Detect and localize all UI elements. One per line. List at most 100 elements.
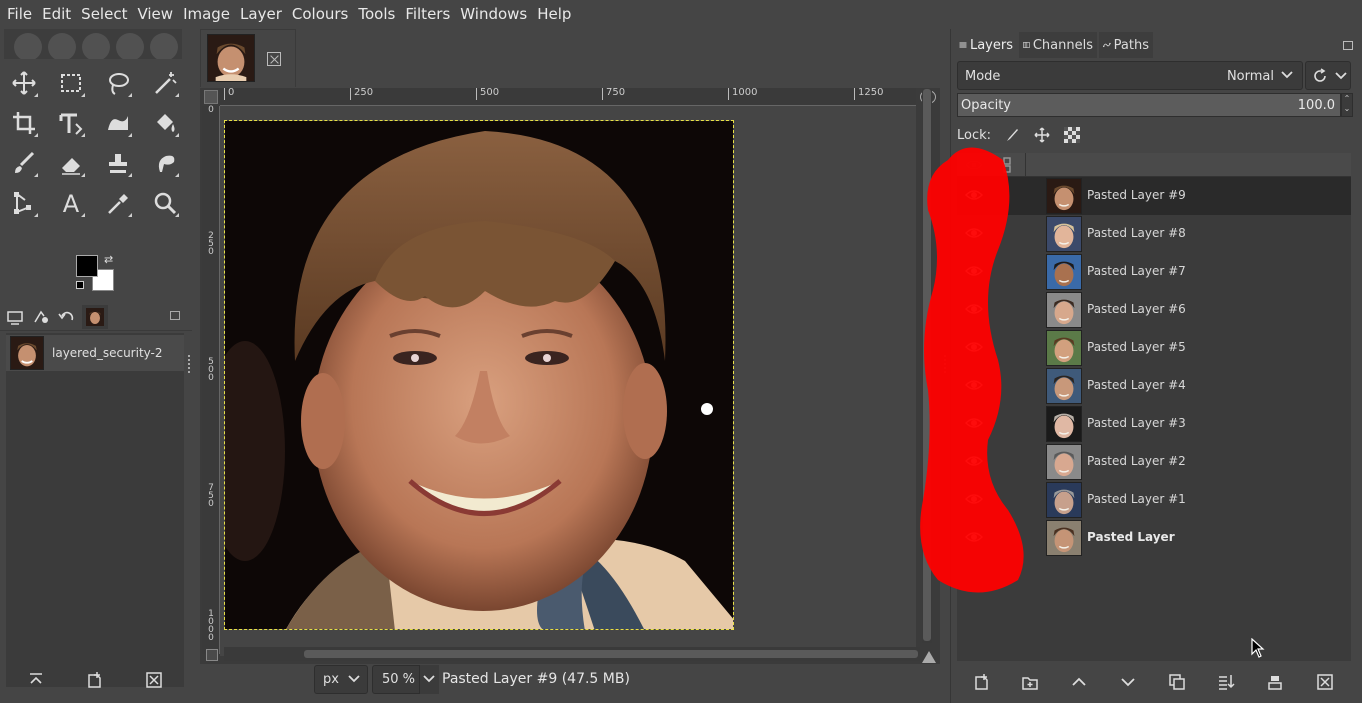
- device-status-tab[interactable]: [28, 305, 54, 329]
- canvas-image[interactable]: [224, 120, 734, 630]
- horizontal-scrollbar[interactable]: [224, 647, 920, 661]
- lock-position-icon[interactable]: [1033, 126, 1051, 144]
- swap-colors-icon[interactable]: ⇄: [104, 253, 113, 266]
- composite-mode-button[interactable]: [1305, 61, 1351, 90]
- smudge-button[interactable]: [148, 146, 182, 180]
- paintbrush-button[interactable]: [7, 146, 41, 180]
- menu-layer[interactable]: Layer: [235, 0, 287, 29]
- merge-layer-button[interactable]: [1213, 670, 1239, 694]
- opacity-slider[interactable]: Opacity 100.0: [957, 93, 1341, 117]
- tab-layers[interactable]: Layers: [955, 32, 1017, 58]
- eye-icon[interactable]: [965, 416, 983, 430]
- lower-layer-button[interactable]: [1115, 670, 1141, 694]
- layer-row[interactable]: Pasted Layer #3: [957, 405, 1351, 443]
- tab-channels[interactable]: Channels: [1019, 32, 1097, 58]
- tab-layers-label: Layers: [969, 37, 1013, 53]
- warp-transform-button[interactable]: [101, 106, 135, 140]
- add-mask-button[interactable]: [1262, 670, 1288, 694]
- eye-icon[interactable]: [965, 492, 983, 506]
- zoom-dropdown-button[interactable]: [419, 665, 439, 694]
- text-button[interactable]: A: [54, 186, 88, 220]
- new-layer-button[interactable]: [968, 670, 994, 694]
- menu-filters[interactable]: Filters: [400, 0, 455, 29]
- vertical-ruler[interactable]: 0 250 500 750 1000: [202, 106, 220, 654]
- quick-mask-toggle[interactable]: [206, 649, 218, 661]
- delete-layer-button[interactable]: [1312, 670, 1338, 694]
- unified-transform-button[interactable]: [54, 106, 88, 140]
- layer-row[interactable]: Pasted Layer #2: [957, 443, 1351, 481]
- layer-row[interactable]: Pasted Layer #7: [957, 253, 1351, 291]
- undo-history-tab[interactable]: [54, 305, 80, 329]
- vertical-scrollbar-thumb[interactable]: [923, 89, 931, 641]
- tab-paths[interactable]: Paths: [1099, 32, 1153, 58]
- layer-row[interactable]: Pasted Layer: [957, 519, 1351, 557]
- tool-options-tab[interactable]: [2, 305, 28, 329]
- paths-button[interactable]: [7, 186, 41, 220]
- unit-combo[interactable]: px: [314, 665, 368, 694]
- menu-view[interactable]: View: [132, 0, 178, 29]
- eye-icon[interactable]: [965, 340, 983, 354]
- tab-close-icon[interactable]: [267, 52, 281, 66]
- crop-button[interactable]: [7, 106, 41, 140]
- layer-mask-icon: [1268, 676, 1282, 690]
- horizontal-scrollbar-thumb[interactable]: [304, 650, 918, 658]
- dock-resize-handle[interactable]: [188, 355, 192, 373]
- color-picker-button[interactable]: [101, 186, 135, 220]
- eraser-button[interactable]: [54, 146, 88, 180]
- menu-edit[interactable]: Edit: [37, 0, 76, 29]
- layer-row[interactable]: Pasted Layer #4: [957, 367, 1351, 405]
- new-display-button[interactable]: [82, 669, 106, 691]
- eye-icon[interactable]: [965, 188, 983, 202]
- raise-views-icon: [30, 673, 42, 684]
- free-select-button[interactable]: [101, 66, 135, 100]
- dock-menu-icon[interactable]: [170, 311, 180, 320]
- zoom-fit-icon[interactable]: [922, 648, 936, 663]
- zoom-combo[interactable]: 50 %: [372, 665, 439, 694]
- menu-image[interactable]: Image: [178, 0, 235, 29]
- vertical-scrollbar[interactable]: [922, 89, 932, 643]
- menu-file[interactable]: File: [2, 0, 37, 29]
- eye-icon[interactable]: [965, 302, 983, 316]
- fg-bg-colors[interactable]: ⇄: [74, 253, 118, 295]
- clone-button[interactable]: [101, 146, 135, 180]
- images-tab[interactable]: [82, 305, 108, 329]
- layer-row[interactable]: Pasted Layer #6: [957, 291, 1351, 329]
- horizontal-ruler[interactable]: 0 250 500 750 1000 1250: [220, 88, 916, 106]
- menu-select[interactable]: Select: [76, 0, 132, 29]
- menu-colours[interactable]: Colours: [287, 0, 353, 29]
- opacity-spin-buttons[interactable]: ⌃ ⌄: [1341, 93, 1353, 117]
- tool-options-icon: [7, 311, 23, 325]
- move-tool-button[interactable]: [7, 66, 41, 100]
- ruler-menu-icon[interactable]: [204, 90, 218, 104]
- raise-layer-button[interactable]: [1066, 670, 1092, 694]
- delete-image-button[interactable]: [142, 669, 166, 691]
- menu-tools[interactable]: Tools: [353, 0, 400, 29]
- image-list-item[interactable]: layered_security-2: [6, 335, 184, 371]
- mode-combo[interactable]: Mode Normal: [957, 61, 1303, 90]
- rect-select-button[interactable]: [54, 66, 88, 100]
- layer-row[interactable]: Pasted Layer #5: [957, 329, 1351, 367]
- eye-icon[interactable]: [965, 454, 983, 468]
- layer-row[interactable]: Pasted Layer #1: [957, 481, 1351, 519]
- duplicate-layer-button[interactable]: [1164, 670, 1190, 694]
- reset-colors-icon[interactable]: [76, 281, 84, 289]
- layer-row[interactable]: Pasted Layer #8: [957, 215, 1351, 253]
- dock-resize-handle[interactable]: [944, 355, 948, 373]
- image-tab[interactable]: [200, 29, 296, 87]
- eye-icon[interactable]: [965, 226, 983, 240]
- eye-icon[interactable]: [965, 378, 983, 392]
- zoom-button[interactable]: [148, 186, 182, 220]
- menu-help[interactable]: Help: [532, 0, 576, 29]
- lock-pixels-icon[interactable]: [1003, 126, 1021, 144]
- bucket-fill-button[interactable]: [148, 106, 182, 140]
- foreground-color-swatch[interactable]: [76, 255, 98, 277]
- eye-icon[interactable]: [965, 530, 983, 544]
- fuzzy-select-button[interactable]: [148, 66, 182, 100]
- menu-windows[interactable]: Windows: [455, 0, 532, 29]
- eye-icon[interactable]: [965, 264, 983, 278]
- lock-alpha-icon[interactable]: [1063, 126, 1081, 144]
- raise-views-button[interactable]: [24, 669, 48, 691]
- layer-row[interactable]: Pasted Layer #9: [957, 177, 1351, 215]
- new-layer-group-button[interactable]: [1017, 670, 1043, 694]
- dock-menu-icon[interactable]: [1343, 41, 1353, 50]
